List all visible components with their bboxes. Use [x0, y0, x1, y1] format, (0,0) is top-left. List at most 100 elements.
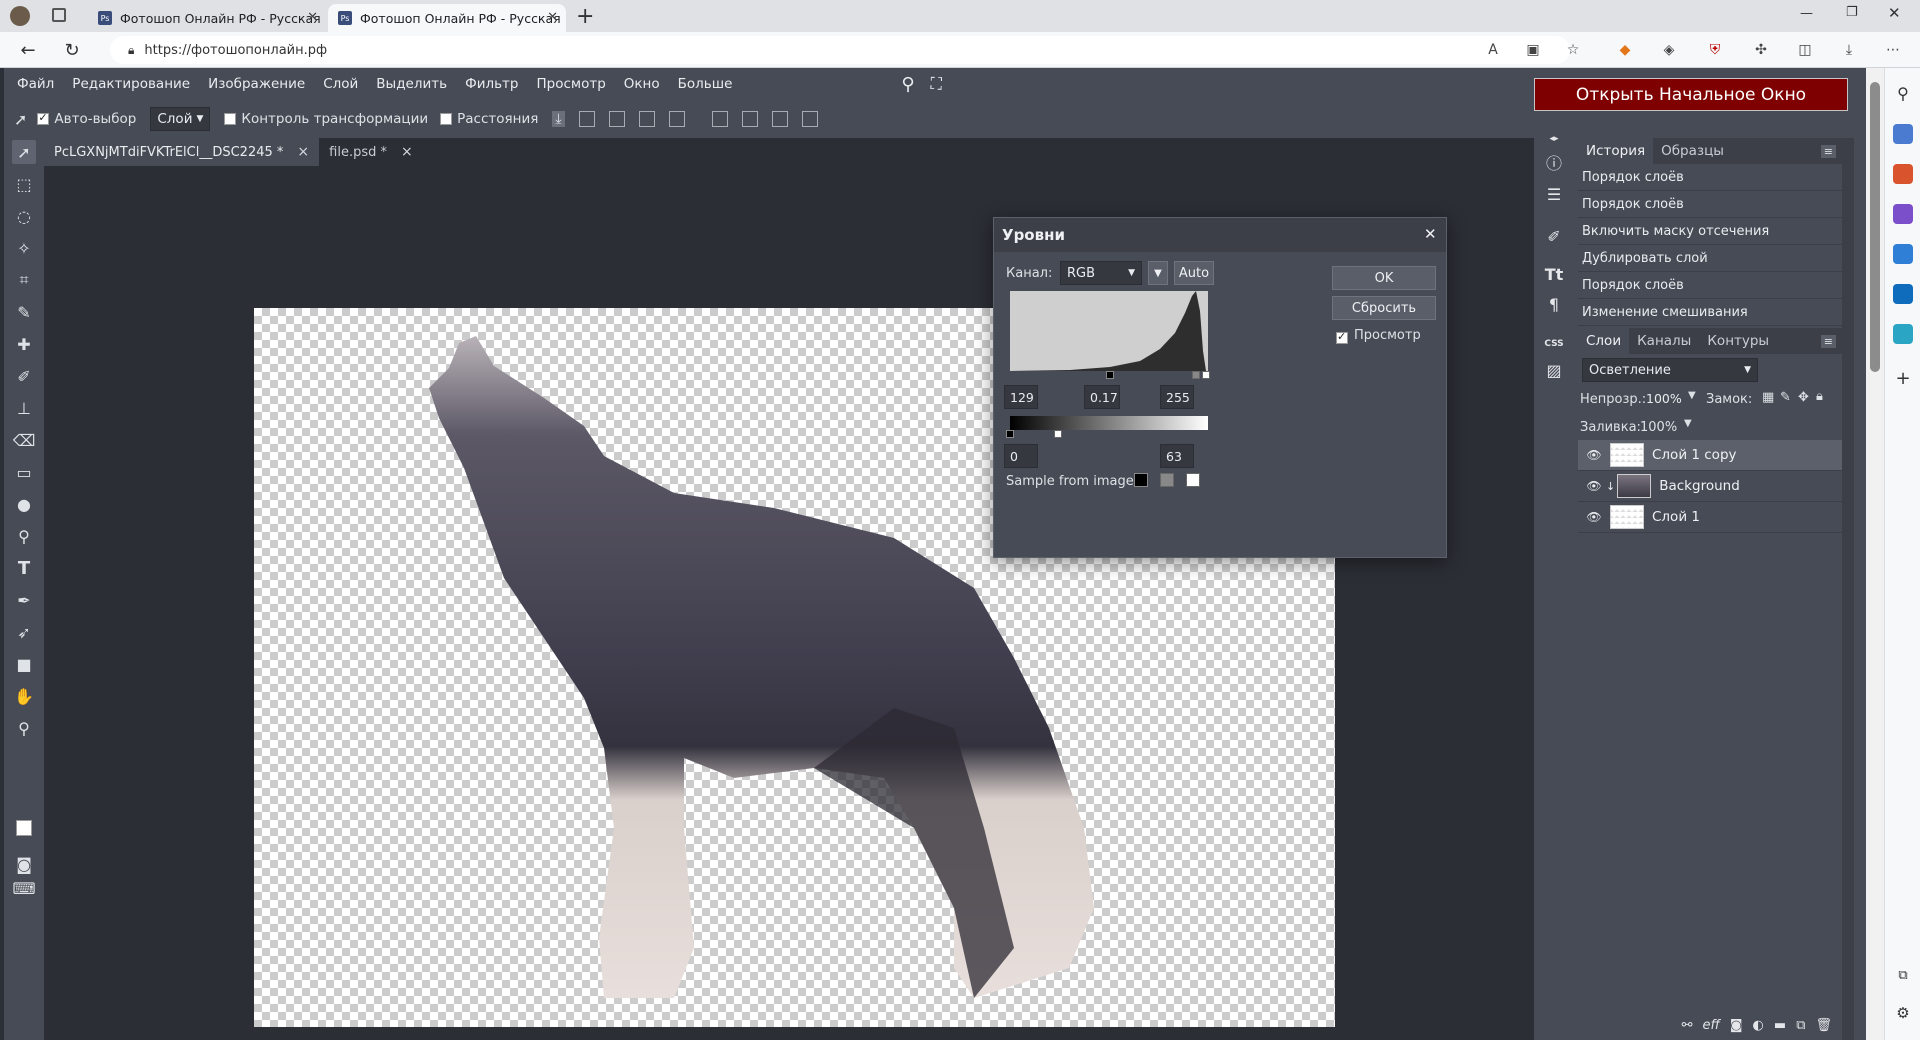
extensions-puzzle-icon[interactable]: ✣ [1752, 41, 1770, 59]
brush-settings-icon[interactable]: ✐ [1542, 224, 1566, 248]
dodge-tool-icon[interactable]: ⚲ [12, 524, 36, 548]
history-item[interactable]: Порядок слоёв [1578, 164, 1842, 191]
collapse-arrows-icon[interactable]: ◂▸ [1542, 134, 1566, 144]
add-icon[interactable]: + [1893, 368, 1913, 389]
send-icon[interactable] [1893, 324, 1913, 344]
info-icon[interactable]: ⓘ [1542, 150, 1566, 174]
align-bottom-icon[interactable] [771, 111, 788, 127]
transform-checkbox[interactable] [224, 113, 237, 125]
adjustment-icon[interactable]: ◐ [1753, 1018, 1764, 1033]
shape-tool-icon[interactable]: ■ [12, 652, 36, 676]
tab-layers[interactable]: Слои [1578, 328, 1630, 354]
games-icon[interactable] [1893, 204, 1913, 224]
keyboard-icon[interactable]: ⌨ [12, 876, 36, 900]
trash-icon[interactable]: 🗑︎ [1815, 1018, 1832, 1033]
close-icon[interactable]: × [297, 144, 309, 160]
app-available-icon[interactable]: ▣ [1524, 41, 1542, 59]
layer-row[interactable]: 👁︎ Слой 1 [1578, 502, 1842, 533]
blur-tool-icon[interactable]: ● [12, 492, 36, 516]
lock-pixels-icon[interactable]: ✎ [1780, 390, 1791, 405]
channel-options-button[interactable]: ▼ [1148, 261, 1168, 285]
foreground-color-swatch[interactable] [16, 820, 32, 836]
history-item[interactable]: Включить маску отсечения [1578, 218, 1842, 245]
tab-swatches[interactable]: Образцы [1653, 138, 1732, 164]
clone-stamp-icon[interactable]: ⊥ [12, 396, 36, 420]
quick-mask-icon[interactable]: ◙ [12, 852, 36, 876]
preview-checkbox[interactable] [1336, 330, 1348, 344]
layer-row[interactable]: 👁︎ ↓ Background [1578, 471, 1842, 502]
profile-avatar[interactable] [10, 6, 30, 26]
marquee-tool-icon[interactable]: ⬚ [12, 172, 36, 196]
magic-wand-icon[interactable]: ✧ [12, 236, 36, 260]
opacity-dropdown-icon[interactable]: ▼ [1688, 390, 1696, 401]
tab-channels[interactable]: Каналы [1629, 328, 1699, 354]
fill-field[interactable]: 100% [1640, 420, 1677, 435]
tab-actions-icon[interactable] [52, 8, 66, 22]
crop-tool-icon[interactable]: ⌗ [12, 268, 36, 292]
lock-all-icon[interactable]: 🔒︎ [1816, 389, 1823, 404]
panel-scrollbar[interactable] [1842, 138, 1854, 1040]
input-white-slider[interactable] [1202, 371, 1210, 379]
autoselect-select[interactable]: Слой ▼ [150, 107, 211, 131]
character-icon[interactable]: Tt [1542, 262, 1566, 286]
metamask-icon[interactable]: ◆ [1616, 41, 1634, 59]
input-gamma-slider[interactable] [1192, 371, 1200, 379]
distribute-v-icon[interactable] [801, 111, 818, 127]
move-tool-icon[interactable]: ➚ [12, 140, 36, 164]
new-tab-button[interactable]: + [576, 4, 594, 29]
auto-button[interactable]: Auto [1174, 261, 1214, 285]
input-black-slider[interactable] [1106, 371, 1114, 379]
align-left-icon[interactable] [578, 111, 595, 127]
autoselect-checkbox[interactable] [37, 111, 50, 125]
toolbox-icon[interactable] [1893, 164, 1913, 184]
reload-icon[interactable]: ↻ [60, 38, 84, 62]
menu-view[interactable]: Просмотр [528, 76, 615, 92]
eyedropper-icon[interactable]: ✎ [12, 300, 36, 324]
history-item[interactable]: Изменение смешивания [1578, 299, 1842, 326]
outlook-icon[interactable] [1893, 284, 1913, 304]
more-menu-icon[interactable]: ⋯ [1884, 41, 1902, 59]
shield-extension-icon[interactable]: ⛨ [1706, 41, 1724, 59]
input-white-field[interactable]: 255 [1160, 385, 1194, 409]
downloads-icon[interactable]: ⤓ [1840, 41, 1858, 59]
read-aloud-icon[interactable]: A [1484, 41, 1502, 59]
search-icon[interactable]: ⚲ [1893, 84, 1913, 104]
menu-edit[interactable]: Редактирование [63, 76, 199, 92]
align-middle-icon[interactable] [741, 111, 758, 127]
zoom-tool-icon[interactable]: ⚲ [12, 716, 36, 740]
gradient-tool-icon[interactable]: ▭ [12, 460, 36, 484]
menu-more[interactable]: Больше [669, 76, 742, 92]
channel-select[interactable]: RGB ▼ [1060, 261, 1142, 285]
menu-image[interactable]: Изображение [199, 76, 314, 92]
effects-icon[interactable]: eff [1703, 1018, 1720, 1033]
sample-white-eyedropper[interactable] [1186, 473, 1200, 487]
tab-paths[interactable]: Контуры [1699, 328, 1777, 354]
lasso-tool-icon[interactable]: ◌ [12, 204, 36, 228]
mask-icon[interactable]: ◙ [1730, 1018, 1743, 1033]
split-screen-icon[interactable]: ◫ [1796, 41, 1814, 59]
distribute-h-icon[interactable] [668, 111, 685, 127]
history-item[interactable]: Порядок слоёв [1578, 191, 1842, 218]
align-top-icon[interactable] [711, 111, 728, 127]
tag-icon[interactable] [1893, 124, 1913, 144]
extension-icon[interactable]: ◈ [1660, 41, 1678, 59]
url-field[interactable]: 🔒︎ https://фотошопонлайн.рф [110, 36, 1570, 64]
menu-filter[interactable]: Фильтр [456, 76, 527, 92]
brush-tool-icon[interactable]: ✐ [12, 364, 36, 388]
browser-tab-1[interactable]: Ps Фотошоп Онлайн РФ - Русская ✕ [88, 4, 326, 32]
history-item[interactable]: Дублировать слой [1578, 245, 1842, 272]
hand-tool-icon[interactable]: ✋ [12, 684, 36, 708]
pen-tool-icon[interactable]: ✒ [12, 588, 36, 612]
search-icon[interactable]: ⚲ [901, 74, 914, 95]
window-close-icon[interactable]: ✕ [1888, 4, 1901, 22]
history-item[interactable]: Порядок слоёв [1578, 272, 1842, 299]
opacity-field[interactable]: 100% [1644, 386, 1684, 410]
eye-icon[interactable]: 👁︎ [1584, 510, 1604, 524]
input-black-field[interactable]: 129 [1004, 385, 1038, 409]
folder-icon[interactable]: ▬ [1774, 1018, 1786, 1033]
doc-tab-2[interactable]: file.psd * × [319, 138, 423, 166]
back-arrow-icon[interactable]: ← [16, 38, 40, 62]
type-tool-icon[interactable]: T [12, 556, 36, 580]
browser-tab-2[interactable]: Ps Фотошоп Онлайн РФ - Русская ✕ [328, 4, 566, 32]
menu-window[interactable]: Окно [615, 76, 669, 92]
